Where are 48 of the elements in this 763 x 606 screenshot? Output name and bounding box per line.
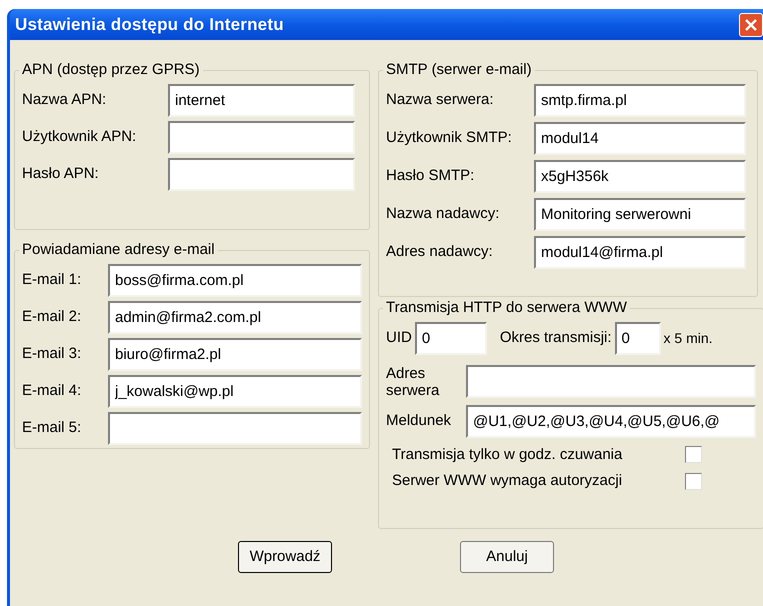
- group-title: SMTP (serwer e-mail): [385, 60, 533, 80]
- field-label: Okres transmisji:: [500, 328, 612, 348]
- input-field[interactable]: admin@firma2.com.pl: [108, 300, 362, 334]
- field-label: Nazwa nadawcy:: [386, 204, 500, 224]
- group-title: Transmisja HTTP do serwera WWW: [385, 298, 628, 318]
- input-field[interactable]: smtp.firma.pl: [534, 84, 746, 116]
- field-label: Meldunek: [386, 410, 452, 431]
- input-field[interactable]: Monitoring serwerowni: [534, 198, 746, 230]
- close-icon: [745, 18, 757, 30]
- field-label: E-mail 1:: [22, 270, 82, 290]
- field-label: Użytkownik SMTP:: [386, 128, 513, 148]
- field-label: Hasło APN:: [22, 164, 100, 184]
- input-field[interactable]: internet: [168, 84, 355, 116]
- input-field[interactable]: [168, 158, 355, 190]
- input-field[interactable]: [108, 412, 362, 444]
- field-label: E-mail 4:: [22, 380, 82, 401]
- input-field[interactable]: modul14@firma.pl: [534, 236, 746, 268]
- checkbox[interactable]: [685, 472, 702, 490]
- unit-label: x 5 min.: [664, 328, 713, 348]
- field-label: Hasło SMTP:: [386, 166, 476, 186]
- field-label: Użytkownik APN:: [22, 126, 138, 147]
- field-label: Adres nadawcy:: [386, 242, 494, 262]
- input-field[interactable]: biuro@firma2.pl: [108, 338, 362, 370]
- field-label: Adres serwera: [386, 364, 440, 398]
- input-field[interactable]: [168, 120, 355, 154]
- input-field[interactable]: 0: [614, 322, 661, 354]
- field-label: UID: [386, 328, 412, 348]
- input-field[interactable]: modul14: [534, 122, 746, 154]
- field-label: Nazwa APN:: [22, 90, 108, 110]
- field-label: E-mail 5:: [22, 418, 82, 438]
- field-label: Nazwa serwera:: [386, 90, 495, 110]
- checkbox-label: Transmisja tylko w godz. czuwania: [392, 444, 624, 464]
- dialog-button[interactable]: Wprowadź: [238, 541, 332, 573]
- input-field[interactable]: x5gH356k: [534, 160, 746, 192]
- checkbox-label: Serwer WWW wymaga autoryzacji: [392, 471, 624, 491]
- input-field[interactable]: j_kowalski@wp.pl: [108, 374, 362, 408]
- input-field[interactable]: @U1,@U2,@U3,@U4,@U5,@U6,@: [466, 404, 756, 438]
- dialog-button[interactable]: Anuluj: [460, 541, 554, 573]
- field-label: E-mail 3:: [22, 344, 82, 364]
- checkbox[interactable]: [685, 446, 702, 464]
- input-field[interactable]: [466, 365, 756, 398]
- window-title: Ustawienia dostępu do Internetu: [15, 14, 284, 36]
- input-field[interactable]: boss@firma.com.pl: [108, 264, 362, 296]
- field-label: E-mail 2:: [22, 306, 82, 327]
- group-title: APN (dostęp przez GPRS): [21, 60, 201, 80]
- close-button[interactable]: [739, 12, 763, 36]
- input-field[interactable]: 0: [414, 322, 487, 354]
- group-title: Powiadamiane adresy e-mail: [21, 240, 216, 260]
